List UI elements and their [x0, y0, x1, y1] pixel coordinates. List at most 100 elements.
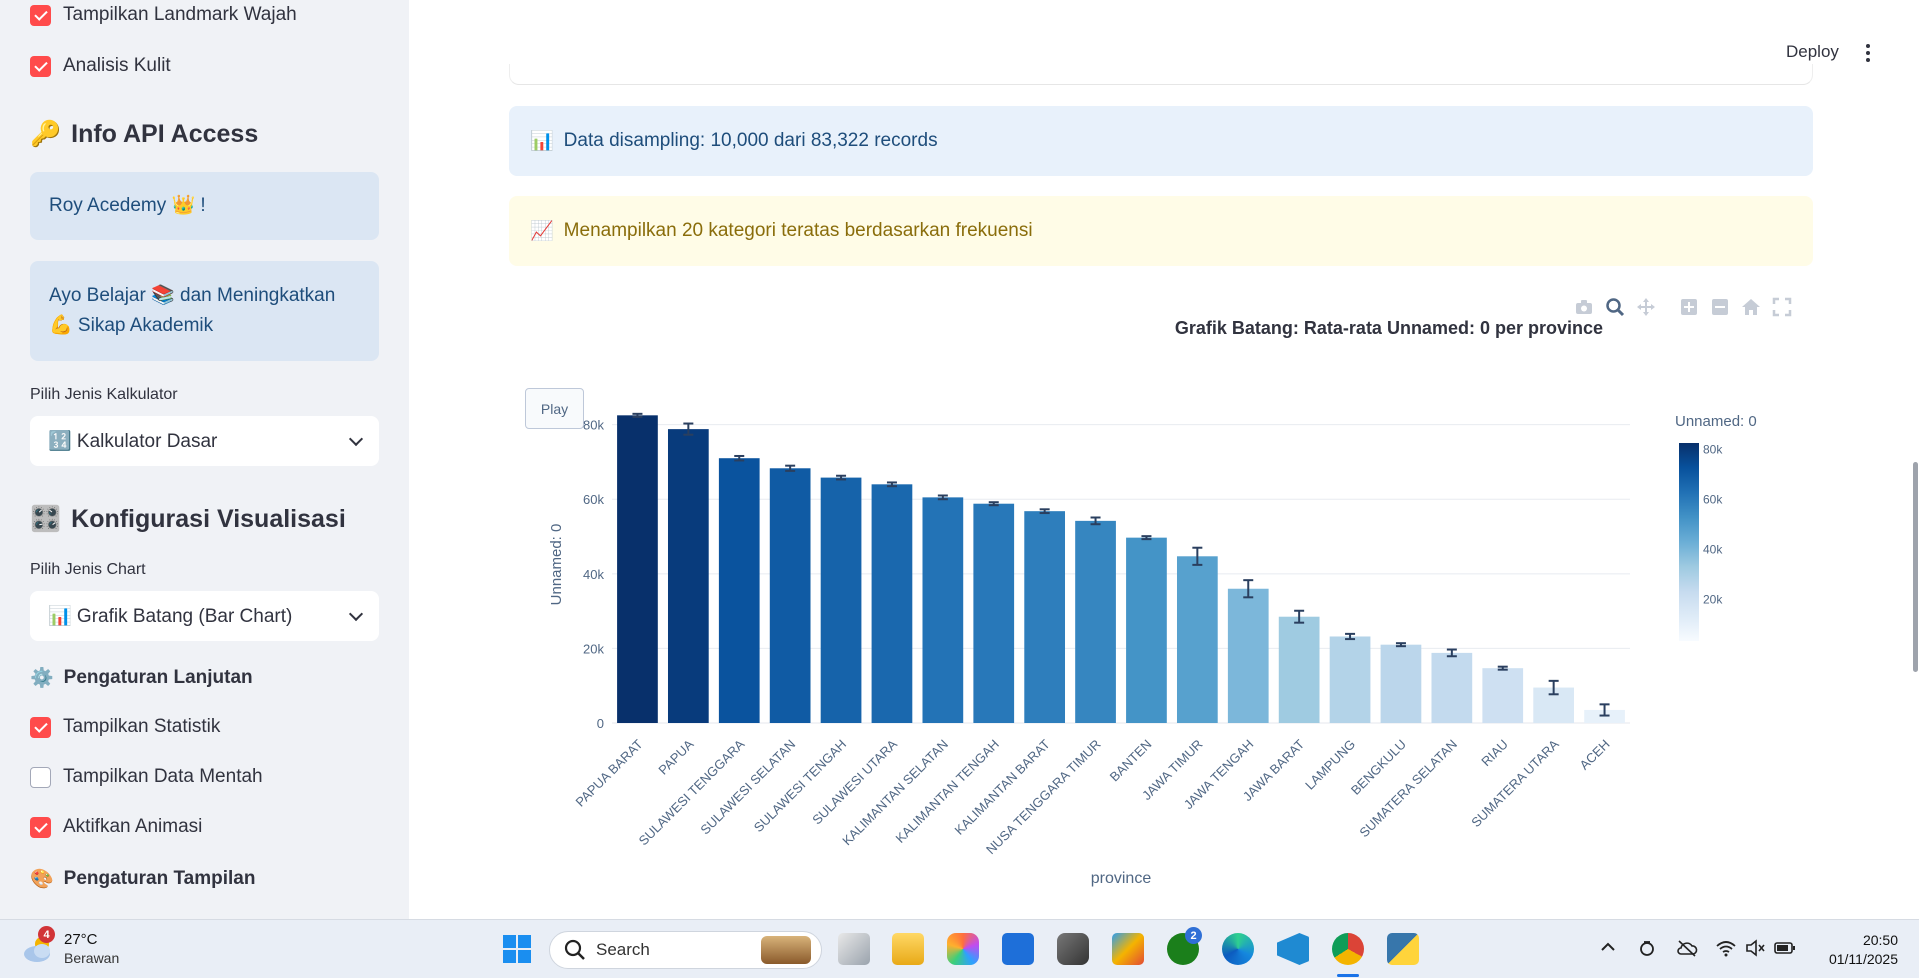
edge-browser-icon[interactable]	[1222, 933, 1254, 965]
colorbar-tick-label: 80k	[1703, 442, 1723, 456]
windows-taskbar: 4 27°C Berawan Search 2 20:50 01/11/2025	[0, 919, 1919, 978]
checkbox-checked-icon[interactable]	[30, 4, 51, 26]
x-tick-label: PAPUA	[655, 736, 696, 777]
weather-widget[interactable]: 4 27°C Berawan	[22, 926, 120, 968]
checkbox-show-stats[interactable]: Tampilkan Statistik	[30, 716, 220, 738]
bar	[1075, 520, 1116, 723]
bar	[1431, 652, 1473, 723]
calculator-select-value: 🔢 Kalkulator Dasar	[48, 431, 218, 452]
weather-alert-badge: 4	[38, 926, 55, 943]
sampling-info-alert: 📊 Data disampling: 10,000 dari 83,322 re…	[509, 106, 1813, 176]
x-tick-label: SULAWESI TENGAH	[751, 737, 849, 835]
bison-search-highlight-icon	[761, 936, 811, 964]
checkbox-raw-label: Tampilkan Data Mentah	[63, 766, 263, 787]
bar	[667, 429, 709, 723]
bar	[1126, 537, 1167, 723]
vscode-icon[interactable]	[1277, 933, 1309, 965]
bar	[1024, 511, 1066, 723]
system-clock[interactable]: 20:50 01/11/2025	[1818, 931, 1898, 969]
api-section-title: Info API Access	[71, 120, 259, 148]
page-scrollbar[interactable]	[1913, 462, 1918, 672]
clock-time: 20:50	[1862, 932, 1898, 948]
checkbox-enable-animation[interactable]: Aktifkan Animasi	[30, 816, 202, 838]
api-info-box-1: Roy Acedemy 👑 !	[30, 172, 379, 240]
python-icon[interactable]	[1387, 933, 1419, 965]
code-editor-app-icon[interactable]	[1002, 933, 1034, 965]
chart-type-select-value: 📊 Grafik Batang (Bar Chart)	[48, 606, 293, 627]
checkbox-checked-icon[interactable]	[30, 816, 51, 838]
viz-section-heading: 🎛️ Konfigurasi Visualisasi	[30, 505, 346, 534]
colorbar-tick-label: 40k	[1703, 543, 1723, 557]
control-knobs-icon: 🎛️	[30, 505, 62, 533]
checkbox-checked-icon[interactable]	[30, 716, 51, 738]
tray-chevron-up-icon[interactable]	[1600, 939, 1616, 960]
display-settings-title: Pengaturan Tampilan	[63, 868, 256, 889]
x-tick-label: KALIMANTAN TENGAH	[893, 737, 1002, 846]
trend-up-icon: 📈	[530, 221, 554, 242]
tray-sync-icon[interactable]	[1638, 939, 1656, 962]
speaker-muted-icon[interactable]	[1745, 939, 1765, 962]
checkbox-show-raw-data[interactable]: Tampilkan Data Mentah	[30, 766, 263, 788]
bar	[1278, 616, 1320, 723]
bar	[1482, 668, 1524, 723]
app-window: Tampilkan Landmark Wajah Analisis Kulit …	[0, 0, 1919, 978]
calculator-select-label: Pilih Jenis Kalkulator	[30, 386, 178, 403]
y-tick-label: 60k	[583, 492, 604, 507]
taskbar-search[interactable]: Search	[549, 931, 822, 969]
colorbar-title: Unnamed: 0	[1675, 413, 1757, 430]
xbox-icon[interactable]: 2	[1167, 927, 1202, 965]
app-hexagon-icon[interactable]	[1057, 933, 1089, 965]
api-info-text-1: Roy Acedemy 👑 !	[49, 195, 206, 216]
sampling-info-text: Data disampling: 10,000 dari 83,322 reco…	[563, 130, 938, 151]
bar	[820, 477, 862, 723]
tray-cloud-off-icon[interactable]	[1676, 939, 1698, 962]
deploy-button[interactable]: Deploy	[1786, 42, 1839, 62]
task-view-icon[interactable]	[838, 933, 870, 965]
x-tick-label: SULAWESI SELATAN	[697, 737, 798, 838]
checkbox-unchecked-icon[interactable]	[30, 766, 51, 788]
windows-start-icon[interactable]	[501, 933, 533, 965]
gear-icon: ⚙️	[30, 668, 54, 689]
chrome-browser-icon[interactable]	[1332, 933, 1364, 965]
x-tick-label: SULAWESI UTARA	[809, 736, 900, 827]
y-axis-title: Unnamed: 0	[548, 524, 565, 606]
chevron-down-icon	[348, 431, 364, 446]
clock-date: 01/11/2025	[1828, 951, 1898, 967]
file-explorer-icon[interactable]	[892, 933, 924, 965]
wifi-icon[interactable]	[1716, 939, 1736, 962]
bar	[871, 484, 913, 723]
search-placeholder: Search	[596, 940, 650, 959]
palette-icon: 🎨	[30, 869, 54, 890]
content-container-edge	[509, 64, 1813, 85]
chart-title: Grafik Batang: Rata-rata Unnamed: 0 per …	[1175, 318, 1603, 338]
api-section-heading: 🔑 Info API Access	[30, 120, 258, 149]
checkbox-checked-icon[interactable]	[30, 55, 51, 77]
advanced-settings-title: Pengaturan Lanjutan	[63, 667, 253, 688]
battery-icon[interactable]	[1774, 939, 1796, 962]
x-tick-label: KALIMANTAN BARAT	[952, 736, 1053, 837]
microsoft-store-icon[interactable]	[1112, 933, 1144, 965]
weather-condition: Berawan	[64, 950, 120, 966]
cloud-sun-icon: 4	[22, 926, 56, 966]
advanced-settings-heading: ⚙️ Pengaturan Lanjutan	[30, 666, 253, 690]
chevron-down-icon	[348, 606, 364, 621]
plotly-chart[interactable]: Play 0 20k 40k 60k 80k PAPUA BARAT PAPUA SULAWE…	[509, 285, 1813, 900]
checkbox-skin-analysis[interactable]: Analisis Kulit	[30, 55, 171, 77]
y-tick-label: 80k	[583, 418, 604, 433]
x-tick-label: ACEH	[1577, 737, 1613, 773]
y-tick-label: 0	[597, 716, 604, 731]
colorbar-tick-label: 60k	[1703, 492, 1723, 506]
checkbox-landmark[interactable]: Tampilkan Landmark Wajah	[30, 4, 297, 26]
chart-type-select[interactable]: 📊 Grafik Batang (Bar Chart)	[30, 591, 379, 641]
more-menu-icon[interactable]	[1866, 44, 1870, 62]
checkbox-stats-label: Tampilkan Statistik	[63, 716, 221, 737]
top-categories-text: Menampilkan 20 kategori teratas berdasar…	[563, 220, 1033, 241]
x-tick-label: BANTEN	[1107, 737, 1155, 785]
bar	[718, 458, 760, 723]
calculator-select[interactable]: 🔢 Kalkulator Dasar	[30, 416, 379, 466]
colorbar-tick-label: 20k	[1703, 593, 1723, 607]
copilot-icon[interactable]	[947, 933, 979, 965]
y-tick-label: 20k	[583, 641, 604, 656]
key-icon: 🔑	[30, 120, 62, 148]
bar	[617, 415, 658, 723]
